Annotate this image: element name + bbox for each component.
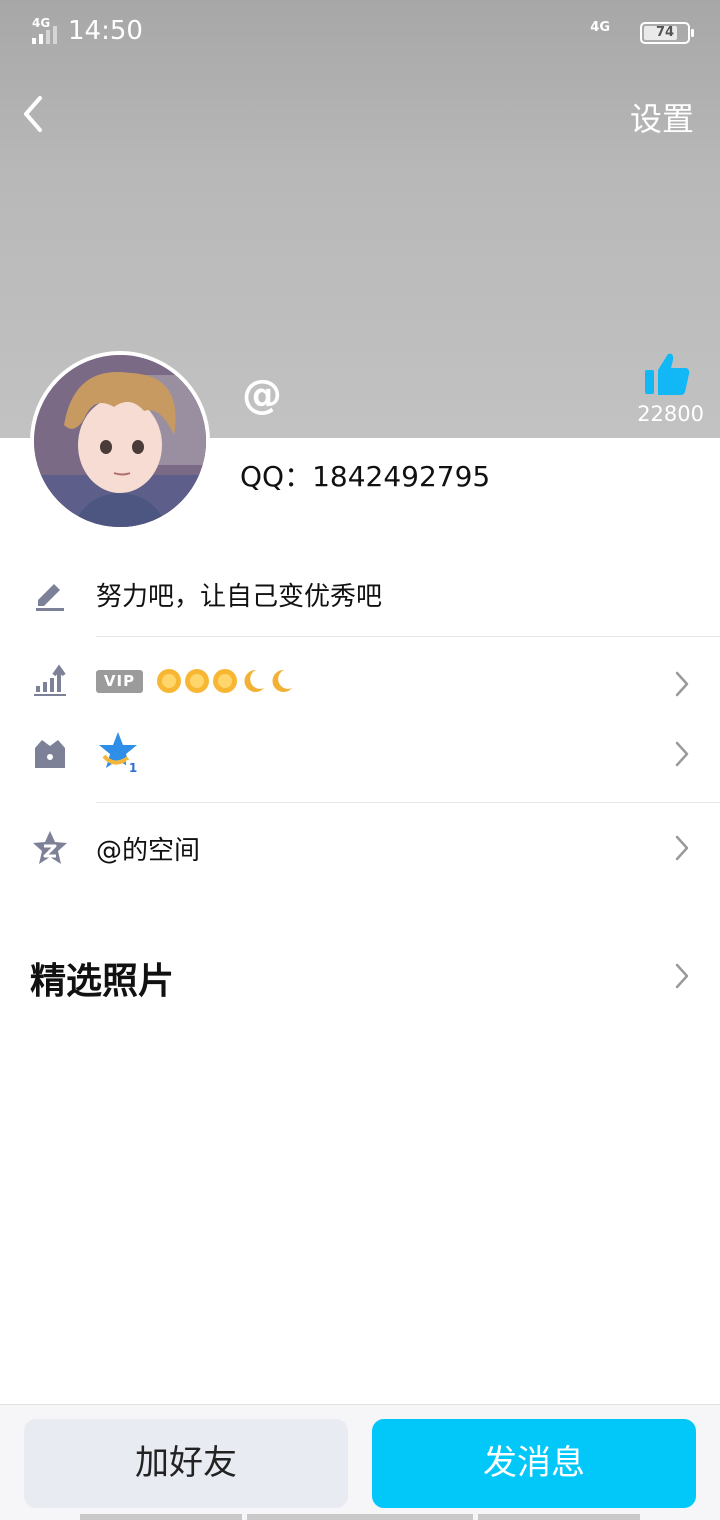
pencil-icon (36, 584, 64, 611)
signature-row[interactable]: 努力吧，让自己变优秀吧 (0, 560, 720, 636)
honor-row[interactable]: 1 (0, 718, 720, 790)
divider (96, 802, 720, 803)
like-count: 22800 (637, 402, 704, 426)
back-button[interactable] (18, 90, 58, 138)
network-type-right: 4G (590, 20, 610, 35)
crown-icon (35, 740, 65, 768)
star-badge-number: 1 (129, 761, 137, 774)
qzone-row[interactable]: @的空间 (0, 812, 720, 884)
thumbs-up-icon (645, 353, 690, 395)
qzone-icon (33, 831, 67, 864)
sun-icon (213, 669, 237, 693)
bottom-action-bar: 加好友 发消息 (0, 1404, 720, 1520)
qq-number: QQ：1842492795 (240, 460, 491, 493)
status-bar: 4G 14:50 4G 74 (0, 0, 720, 66)
nickname: @ (242, 372, 282, 418)
moon-icon (244, 669, 264, 692)
battery-icon: 74 (640, 22, 694, 44)
chevron-right-icon[interactable] (674, 962, 690, 990)
chevron-right-icon (675, 835, 689, 861)
signal-icon: 4G (30, 16, 62, 44)
qzone-text: @的空间 (96, 836, 201, 866)
chevron-right-icon (675, 671, 689, 697)
like-button[interactable] (632, 352, 702, 400)
battery-level: 74 (655, 25, 675, 40)
chevron-left-icon (24, 96, 42, 132)
avatar-image (34, 355, 206, 527)
avatar[interactable] (30, 351, 210, 531)
moon-icon (272, 669, 292, 692)
divider (96, 636, 720, 637)
star-badge-icon: 1 (99, 732, 140, 774)
add-friend-button[interactable]: 加好友 (24, 1419, 348, 1508)
featured-photos-title[interactable]: 精选照片 (30, 952, 174, 1004)
chevron-right-icon (675, 741, 689, 767)
nav-indicator (247, 1514, 473, 1520)
status-time: 14:50 (68, 16, 143, 46)
signature-text: 努力吧，让自己变优秀吧 (96, 582, 383, 612)
send-message-button[interactable]: 发消息 (372, 1419, 696, 1508)
vip-badge: VIP (96, 670, 143, 693)
network-type-left: 4G (32, 16, 51, 30)
settings-button[interactable]: 设置 (630, 94, 694, 140)
nav-indicator (80, 1514, 242, 1520)
sun-icon (185, 669, 209, 693)
nav-indicator (478, 1514, 640, 1520)
level-chart-icon (34, 664, 66, 696)
sun-icon (157, 669, 181, 693)
